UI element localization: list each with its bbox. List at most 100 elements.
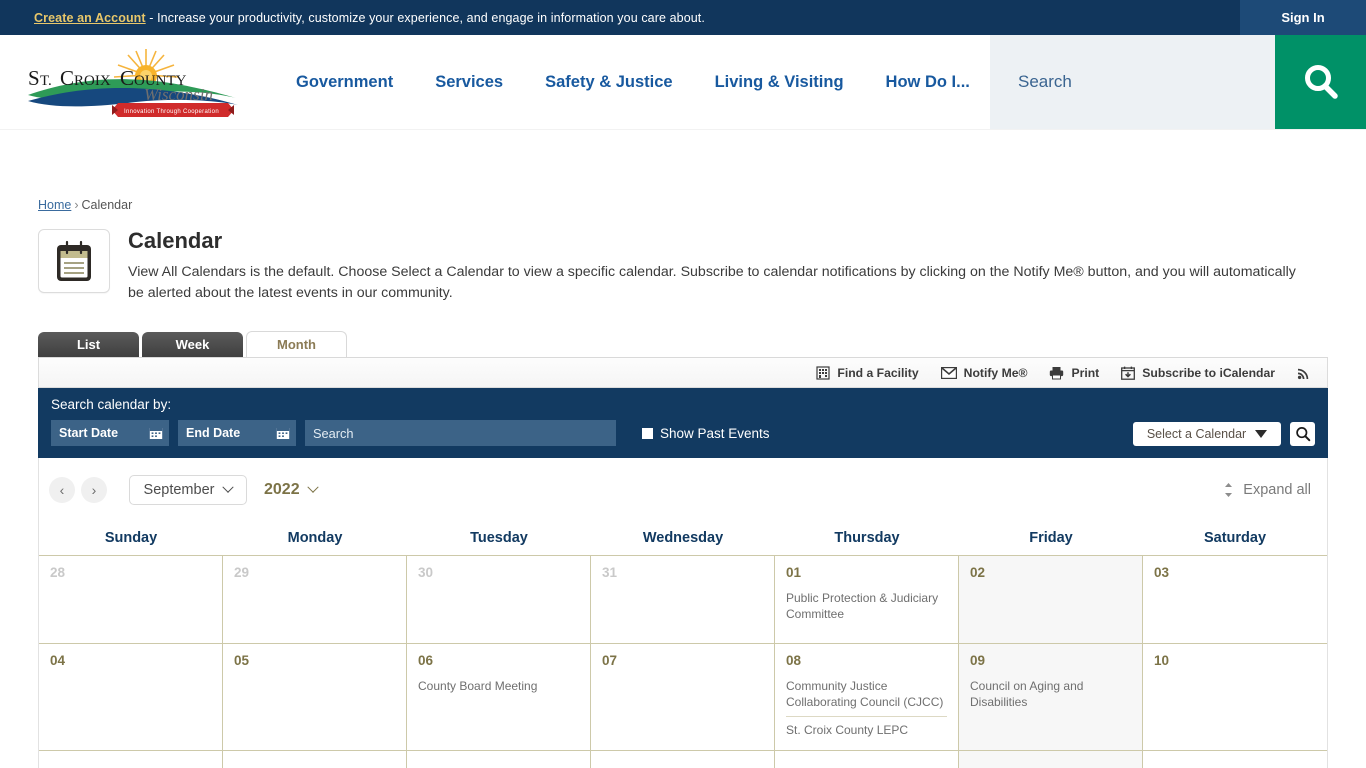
next-month-button[interactable]: › [81,476,107,503]
tab-week[interactable]: Week [142,332,243,358]
calendar-search-input[interactable] [313,425,616,441]
nav-item-how-do-i[interactable]: How Do I... [865,73,991,92]
header-search-box[interactable] [990,35,1275,129]
start-date-field[interactable]: Start Date [51,420,169,447]
header-search-button[interactable] [1275,35,1366,129]
show-past-events-checkbox[interactable] [642,427,653,439]
nav-item-safety-justice[interactable]: Safety & Justice [524,73,693,92]
month-dropdown[interactable]: September [129,474,247,505]
page-header: Calendar View All Calendars is the defau… [38,228,1328,303]
select-a-calendar-dropdown[interactable]: Select a Calendar [1133,422,1281,447]
day-number[interactable]: 04 [50,653,211,668]
calendar-search-panel: Search calendar by: Start Date End Date [38,388,1328,459]
calendar-day-cell[interactable] [407,751,591,768]
month-label: September [143,481,215,498]
calendar-day-cell[interactable]: 05 [223,644,407,751]
print-button[interactable]: Print [1049,366,1099,380]
day-number[interactable]: 02 [970,565,1131,580]
calendar-week-row: 04 05 06 County Board Meeting 07 08 Community … [39,644,1327,752]
calendar-download-icon [1121,366,1136,380]
calendar-day-cell[interactable]: 08 Community Justice Collaborating Counci… [775,644,959,751]
sign-in-button[interactable]: Sign In [1240,0,1366,35]
calendar-day-cell[interactable] [775,751,959,768]
end-date-field[interactable]: End Date [178,420,296,447]
calendar-search-row: Start Date End Date Search Show Past Eve… [51,420,1315,447]
prev-month-button[interactable]: ‹ [49,476,75,503]
day-header-friday: Friday [1029,530,1073,547]
calendar-day-cell[interactable]: 29 [223,556,407,644]
start-date-placeholder: Start Date [59,426,119,441]
page-header-text: Calendar View All Calendars is the defau… [128,228,1308,303]
year-dropdown[interactable]: 2022 [264,480,319,499]
calendar-day-cell[interactable]: 06 County Board Meeting [407,644,591,751]
day-number[interactable]: 08 [786,653,947,668]
breadcrumb-separator: › [74,198,79,212]
calendar-picker-icon[interactable] [276,426,290,440]
header-search [990,35,1366,129]
calendar-day-cell[interactable]: 09 Council on Aging and Disabilities [959,644,1143,751]
calendar-event[interactable]: Community Justice Collaborating Council … [786,679,947,713]
day-number[interactable]: 07 [602,653,763,668]
calendar-event[interactable]: Council on Aging and Disabilities [970,679,1131,713]
calendar-day-cell[interactable]: 30 [407,556,591,644]
day-number[interactable]: 05 [234,653,395,668]
header-search-input[interactable] [1018,72,1275,92]
calendar-event[interactable]: Public Protection & Judiciary Committee [786,591,947,625]
expand-all-label: Expand all [1243,481,1311,498]
nav-item-government[interactable]: Government [275,73,414,92]
day-number: 30 [418,565,434,581]
calendar-day-cell[interactable]: 31 [591,556,775,644]
tab-list[interactable]: List [38,332,139,358]
printer-icon [1050,366,1064,380]
calendar-day-cell[interactable]: 02 [959,556,1143,644]
create-account-link[interactable]: Create an Account [34,11,146,25]
building-icon [816,366,830,380]
search-icon [1295,427,1310,442]
find-a-facility-button[interactable]: Find a Facility [816,366,919,380]
breadcrumb-home-link[interactable]: Home [38,198,71,212]
day-number[interactable]: 09 [970,653,1131,668]
day-events: County Board Meeting [418,679,579,698]
day-header-wednesday: Wednesday [642,530,724,547]
expand-all-button[interactable]: Expand all [1223,482,1311,498]
calendar-day-cell[interactable] [1143,751,1327,768]
nav-item-services[interactable]: Services [414,73,524,92]
show-past-events-label: Show Past Events [660,425,770,441]
show-past-events-toggle[interactable]: Show Past Events [642,426,770,441]
rss-feed-button[interactable] [1297,366,1311,380]
calendar-event[interactable]: County Board Meeting [418,679,579,698]
calendar-day-cell[interactable] [223,751,407,768]
calendar-picker-icon[interactable] [149,426,163,440]
subscribe-icalendar-button[interactable]: Subscribe to iCalendar [1121,366,1275,380]
year-label: 2022 [264,480,300,498]
calendar-day-cell[interactable]: 04 [39,644,223,751]
breadcrumb: Home › Calendar [38,130,1328,212]
notify-me-button[interactable]: Notify Me® [940,366,1027,380]
calendar-day-cell[interactable]: 10 [1143,644,1327,751]
tab-month[interactable]: Month [246,331,347,358]
nav-item-living-visiting[interactable]: Living & Visiting [694,73,865,92]
calendar-search-box[interactable] [305,420,616,447]
svg-text:C: C [60,66,74,90]
day-number[interactable]: 06 [418,653,579,668]
day-header-saturday: Saturday [1203,530,1267,547]
calendar-event[interactable]: St. Croix County LEPC [786,715,947,742]
day-number[interactable]: 01 [786,565,947,580]
calendar-week-row: 28 29 30 31 01 Public Protection & Judiciary … [39,556,1327,645]
site-logo[interactable]: S T. C ROIX C OUNTY Wisconsin Innovation… [0,35,265,129]
day-number[interactable]: 03 [1154,565,1316,580]
expand-collapse-icon [1225,482,1233,497]
calendar-day-cell[interactable]: 03 [1143,556,1327,644]
calendar-day-cell[interactable]: 07 [591,644,775,751]
svg-text:Wisconsin: Wisconsin [144,85,213,104]
calendar-day-cell[interactable]: 28 [39,556,223,644]
day-events: Public Protection & Judiciary Committee [786,591,947,625]
day-number[interactable]: 10 [1154,653,1316,668]
svg-text:S: S [28,66,40,90]
calendar-day-cell[interactable] [591,751,775,768]
calendar-day-cell[interactable] [39,751,223,768]
calendar-search-submit-button[interactable] [1290,422,1315,447]
calendar-day-cell[interactable]: 01 Public Protection & Judiciary Committe… [775,556,959,644]
calendar-day-cell[interactable] [959,751,1143,768]
day-number: 28 [50,565,66,581]
